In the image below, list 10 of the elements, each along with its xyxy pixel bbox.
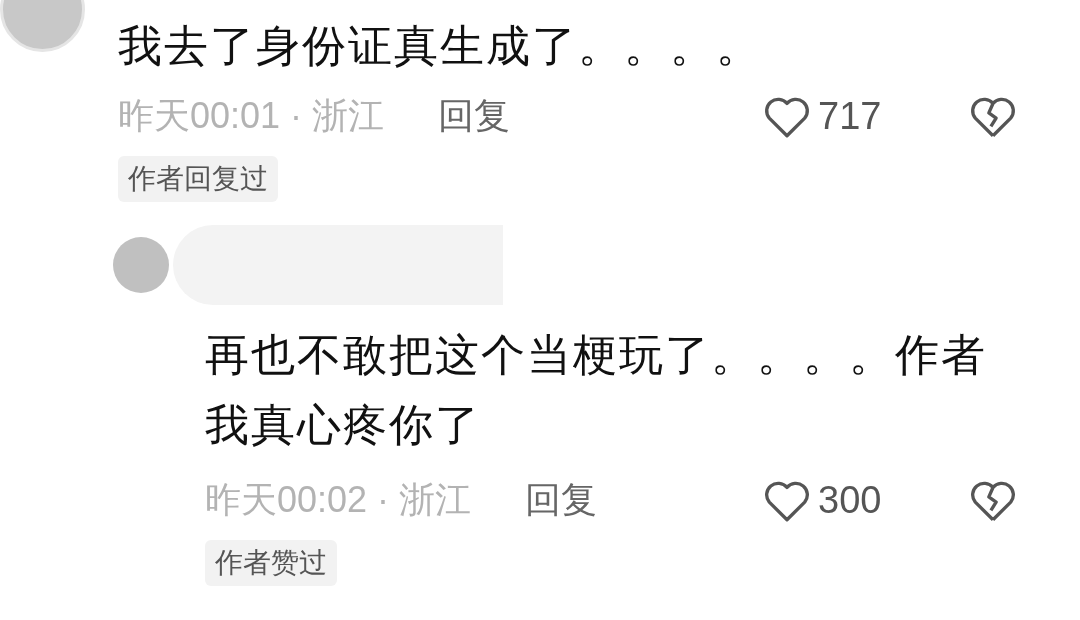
- author-badge: 作者赞过: [205, 540, 337, 586]
- comment-text: 我去了身份证真生成了。。。。: [118, 20, 763, 72]
- like-count: 717: [818, 93, 883, 139]
- reply-link[interactable]: 回复: [525, 473, 598, 527]
- like-count: 300: [818, 477, 883, 523]
- reply-link[interactable]: 回复: [438, 89, 511, 143]
- author-badge: 作者回复过: [118, 156, 278, 202]
- comment-time-location: 昨天00:02 · 浙江: [205, 478, 472, 522]
- comment-time-location: 昨天00:01 · 浙江: [118, 94, 385, 138]
- comment-text: 再也不敢把这个当梗玩了。。。。作者我真心疼你了: [205, 329, 988, 451]
